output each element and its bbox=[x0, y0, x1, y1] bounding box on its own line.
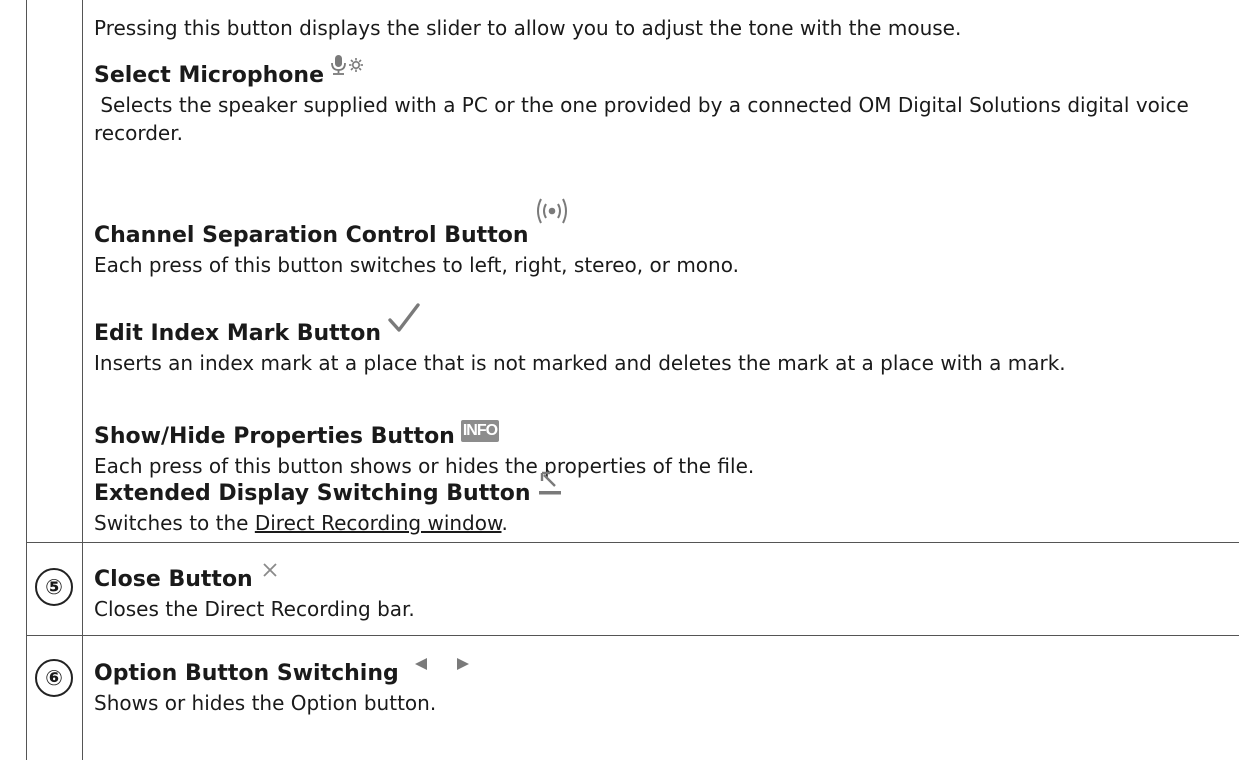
intro-text: Pressing this button displays the slider… bbox=[94, 16, 962, 40]
extended-display-icon bbox=[537, 470, 563, 505]
number-badge-6: ⑥ bbox=[35, 659, 73, 697]
option-button-switching-title: Option Button Switching bbox=[94, 661, 399, 686]
channel-separation-description: Each press of this button switches to le… bbox=[94, 253, 739, 277]
channel-separation-heading: Channel Separation Control Button bbox=[94, 196, 1227, 251]
extended-display-description: Switches to the Direct Recording window. bbox=[94, 509, 1227, 537]
direct-recording-window-link[interactable]: Direct Recording window bbox=[255, 511, 502, 535]
extended-display-heading: Extended Display Switching Button bbox=[94, 470, 1227, 509]
extended-display-description-suffix: . bbox=[501, 511, 508, 535]
select-microphone-description: Selects the speaker supplied with a PC o… bbox=[94, 93, 1196, 145]
extended-display-description-prefix: Switches to the bbox=[94, 511, 255, 535]
close-button-heading: Close Button bbox=[94, 556, 1227, 595]
edit-index-mark-description: Inserts an index mark at a place that is… bbox=[94, 351, 1066, 375]
extended-display-title: Extended Display Switching Button bbox=[94, 481, 531, 506]
channel-separation-section: Channel Separation Control Button Each p… bbox=[94, 196, 1227, 279]
edit-index-mark-title: Edit Index Mark Button bbox=[94, 321, 381, 346]
intro-block: Pressing this button displays the slider… bbox=[94, 14, 1227, 42]
channel-separation-icon bbox=[535, 196, 569, 235]
row-divider bbox=[26, 542, 1239, 543]
column-divider bbox=[82, 0, 83, 760]
select-microphone-section: Select Microphone Selects the speaker su… bbox=[94, 54, 1227, 147]
number-badge-5: ⑤ bbox=[35, 568, 73, 606]
info-icon-text: INFO bbox=[460, 420, 500, 442]
select-microphone-title: Select Microphone bbox=[94, 63, 324, 88]
left-right-arrows-icon bbox=[413, 650, 471, 680]
edit-index-mark-heading: Edit Index Mark Button bbox=[94, 302, 1227, 349]
checkmark-icon bbox=[387, 302, 421, 343]
close-button-description: Closes the Direct Recording bar. bbox=[94, 597, 415, 621]
row-divider bbox=[26, 635, 1239, 636]
close-button-section: Close Button Closes the Direct Recording… bbox=[94, 556, 1227, 623]
edit-index-mark-section: Edit Index Mark Button Inserts an index … bbox=[94, 302, 1227, 377]
show-hide-properties-title: Show/Hide Properties Button bbox=[94, 424, 455, 449]
show-hide-properties-heading: Show/Hide Properties Button INFO bbox=[94, 414, 1227, 452]
extended-display-section: Extended Display Switching Button Switch… bbox=[94, 470, 1227, 537]
option-button-switching-description: Shows or hides the Option button. bbox=[94, 691, 437, 715]
select-microphone-heading: Select Microphone bbox=[94, 54, 1227, 91]
close-icon bbox=[263, 556, 277, 586]
option-button-switching-heading: Option Button Switching bbox=[94, 650, 1227, 689]
microphone-settings-icon bbox=[330, 54, 364, 85]
channel-separation-title: Channel Separation Control Button bbox=[94, 223, 529, 248]
close-button-title: Close Button bbox=[94, 567, 253, 592]
info-icon: INFO bbox=[460, 414, 500, 444]
option-button-switching-section: Option Button Switching Shows or hides t… bbox=[94, 650, 1227, 717]
